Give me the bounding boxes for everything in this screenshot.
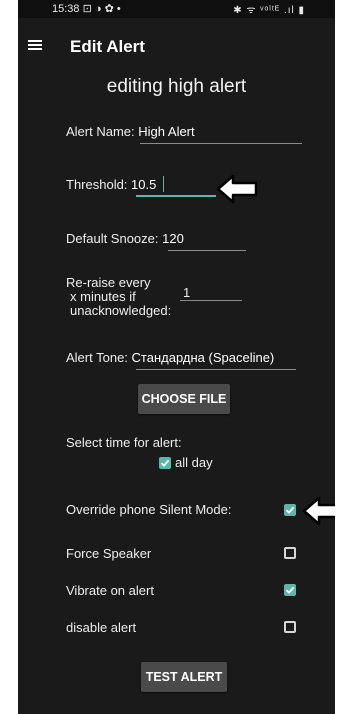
edit-alert-form: editing high alert Alert Name: High Aler…: [18, 72, 335, 714]
reraise-underline: [180, 300, 242, 301]
alert-tone-value[interactable]: Стандардна (Spaceline): [132, 350, 275, 365]
alert-name-input[interactable]: High Alert: [138, 124, 194, 139]
page-title: Edit Alert: [70, 37, 145, 56]
force-speaker-checkbox[interactable]: [284, 547, 296, 559]
override-silent-label: Override phone Silent Mode:: [66, 502, 232, 517]
force-speaker-label: Force Speaker: [66, 546, 152, 561]
default-snooze-label: Default Snooze:: [66, 231, 159, 246]
arrow-pointer-icon: [216, 174, 258, 204]
text-cursor: [163, 176, 164, 192]
choose-file-button[interactable]: CHOOSE FILE: [138, 384, 230, 414]
status-left: 15:38 ⊡ ◑ ✿ •: [52, 2, 121, 15]
checkmark-icon: [285, 506, 295, 514]
vibrate-label: Vibrate on alert: [66, 583, 154, 598]
reraise-label-line: unacknowledged:: [70, 303, 172, 318]
reraise-input[interactable]: 1: [183, 285, 190, 300]
app-bar: Edit Alert: [18, 18, 335, 72]
menu-icon[interactable]: [28, 40, 42, 50]
reraise-label: Re-raise every x minutes if unacknowledg…: [66, 276, 171, 318]
phone-screen: 15:38 ⊡ ◑ ✿ • ✱ ᯤ ᵛᵒˡᵗᴱ .ıl ▮ Edit Alert…: [18, 0, 335, 714]
default-snooze-underline: [168, 250, 246, 251]
all-day-checkbox[interactable]: [159, 457, 171, 469]
alert-name-row: Alert Name: High Alert: [66, 124, 195, 139]
alert-tone-row: Alert Tone: Стандардна (Spaceline): [66, 350, 274, 365]
status-notification-icons: ⊡ ◑ ✿ •: [82, 3, 121, 15]
reraise-label-line: x minutes if: [70, 289, 136, 304]
status-system-icons: ✱ ᯤ ᵛᵒˡᵗᴱ .ıl ▮: [233, 5, 305, 16]
threshold-row: Threshold: 10.5: [66, 177, 156, 192]
checkmark-icon: [160, 459, 170, 467]
all-day-label: all day: [175, 455, 213, 470]
default-snooze-input[interactable]: 120: [162, 231, 184, 246]
alert-name-label: Alert Name:: [66, 124, 135, 139]
default-snooze-row: Default Snooze: 120: [66, 231, 184, 246]
vibrate-checkbox[interactable]: [284, 584, 296, 596]
override-silent-checkbox[interactable]: [284, 504, 296, 516]
select-time-label: Select time for alert:: [66, 435, 182, 450]
threshold-input[interactable]: 10.5: [131, 177, 156, 192]
alert-tone-underline: [136, 369, 296, 370]
disable-alert-label: disable alert: [66, 620, 137, 635]
reraise-label-line: Re-raise every: [66, 275, 151, 290]
disable-alert-checkbox[interactable]: [284, 621, 296, 633]
status-bar: 15:38 ⊡ ◑ ✿ • ✱ ᯤ ᵛᵒˡᵗᴱ .ıl ▮: [18, 0, 335, 18]
status-time: 15:38: [52, 3, 80, 15]
form-heading: editing high alert: [106, 76, 247, 97]
alert-name-underline: [140, 143, 302, 144]
alert-tone-label: Alert Tone:: [66, 350, 128, 365]
test-alert-button[interactable]: TEST ALERT: [141, 662, 227, 692]
arrow-pointer-icon: [302, 496, 335, 526]
threshold-underline: [136, 195, 216, 197]
threshold-label: Threshold:: [66, 177, 128, 192]
checkmark-icon: [285, 586, 295, 594]
